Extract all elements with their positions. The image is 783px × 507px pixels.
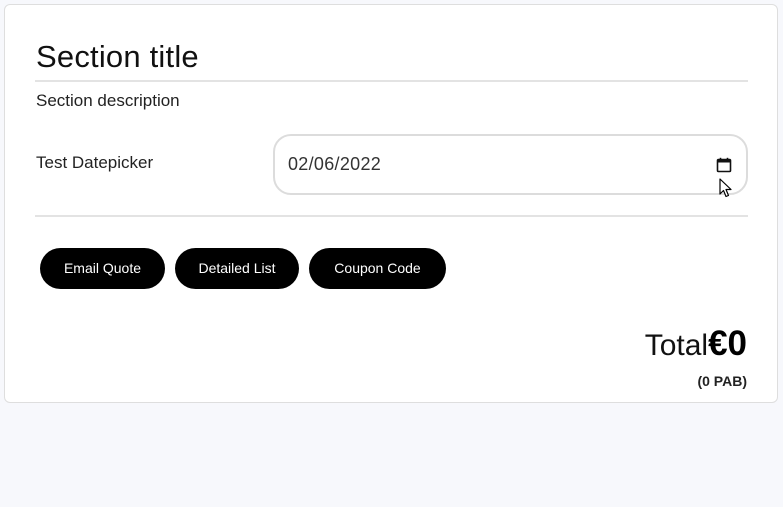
total-currency-subtext: (0 PAB) — [697, 373, 747, 389]
mouse-cursor-icon — [719, 178, 732, 198]
section-description: Section description — [36, 91, 180, 110]
detailed-list-button[interactable]: Detailed List — [175, 248, 299, 289]
email-quote-button[interactable]: Email Quote — [40, 248, 165, 289]
title-divider — [35, 80, 748, 82]
total-amount: €0 — [708, 324, 747, 363]
total-label: Total — [644, 329, 709, 362]
calendar-icon[interactable] — [716, 157, 732, 173]
form-divider — [35, 215, 748, 217]
section-card: Section title Section description Test D… — [4, 4, 778, 403]
datepicker-input[interactable]: 02/06/2022 — [273, 134, 748, 198]
coupon-code-button[interactable]: Coupon Code — [309, 248, 446, 289]
section-title: Section title — [36, 39, 199, 74]
total-row: Total€0 — [645, 324, 747, 364]
datepicker-value: 02/06/2022 — [288, 154, 382, 174]
datepicker-label: Test Datepicker — [36, 153, 154, 172]
